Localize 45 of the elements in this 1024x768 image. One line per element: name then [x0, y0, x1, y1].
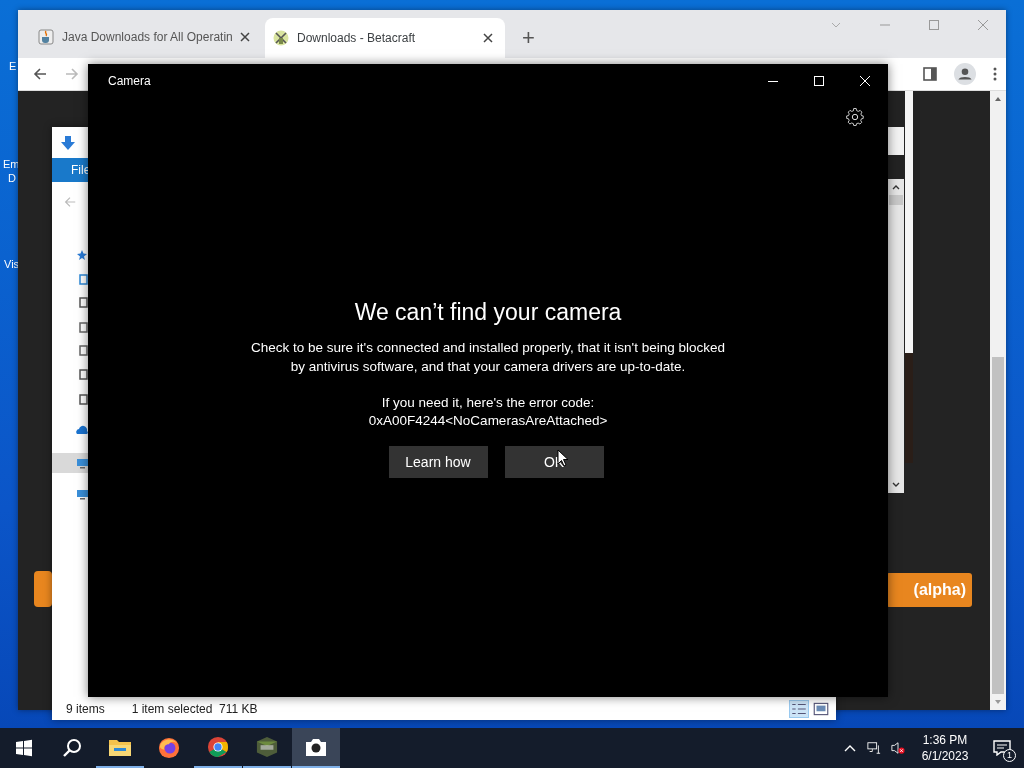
notification-badge: 1	[1003, 749, 1016, 762]
desktop-icon-label: Vis	[4, 258, 20, 270]
nav-item[interactable]	[52, 453, 88, 473]
desktop-icon-label: E	[9, 60, 17, 72]
thumbnail-view-icon[interactable]	[812, 700, 830, 717]
clock-date[interactable]: 6/1/2023	[921, 748, 969, 764]
taskbar-app[interactable]	[292, 728, 340, 768]
desktop-icon-label: D	[8, 172, 16, 184]
download-arrow-icon	[60, 134, 76, 151]
scrollbar-thumb[interactable]	[889, 195, 903, 205]
window-title: Camera	[108, 74, 151, 88]
error-message: Check to be sure it's connected and installed properly, that it isn't being blocked by antivirus software, and that your camera drivers are up-to-date.	[250, 339, 726, 376]
close-icon[interactable]	[483, 33, 493, 43]
muted-speaker-icon[interactable]	[891, 741, 905, 755]
error-code: 0xA00F4244<NoCamerasAreAttached>	[368, 412, 608, 430]
star-icon	[76, 249, 88, 261]
settings-icon[interactable]	[846, 108, 864, 126]
cloud-icon	[76, 424, 88, 436]
block-icon	[255, 736, 279, 758]
notification-icon[interactable]	[993, 740, 1011, 756]
browser-tab[interactable]: Downloads - Betacraft	[265, 18, 505, 58]
selection-info: 1 item selected 711 KB	[131, 701, 258, 716]
scrollbar[interactable]	[888, 179, 904, 493]
coffee-cup-icon	[38, 29, 54, 45]
clock-time[interactable]: 1:36 PM	[922, 732, 968, 748]
windmill-icon	[273, 30, 289, 46]
close-icon[interactable]	[240, 32, 250, 42]
network-icon	[76, 488, 88, 500]
error-heading: We can’t find your camera	[354, 299, 622, 326]
camera-icon	[304, 736, 328, 758]
fox-globe-icon	[157, 737, 181, 759]
network-icon[interactable]	[867, 741, 881, 755]
chrome-icon	[206, 736, 230, 758]
dialog-button[interactable]: Learn how	[388, 446, 488, 478]
error-code-label: If you need it, here's the error code:	[381, 394, 595, 412]
menu-icon[interactable]	[992, 66, 998, 82]
details-view-icon[interactable]	[790, 700, 808, 717]
scrollbar[interactable]	[990, 91, 1006, 710]
monitor-icon	[76, 457, 88, 469]
side-panel-icon[interactable]	[922, 66, 938, 82]
profile-icon[interactable]	[954, 63, 976, 85]
browser-tab[interactable]: Java Downloads for All Operatin	[30, 18, 262, 56]
back-arrow-icon[interactable]	[32, 66, 48, 82]
item-count: 9 items	[66, 701, 105, 716]
new-tab-button[interactable]: +	[522, 27, 535, 49]
